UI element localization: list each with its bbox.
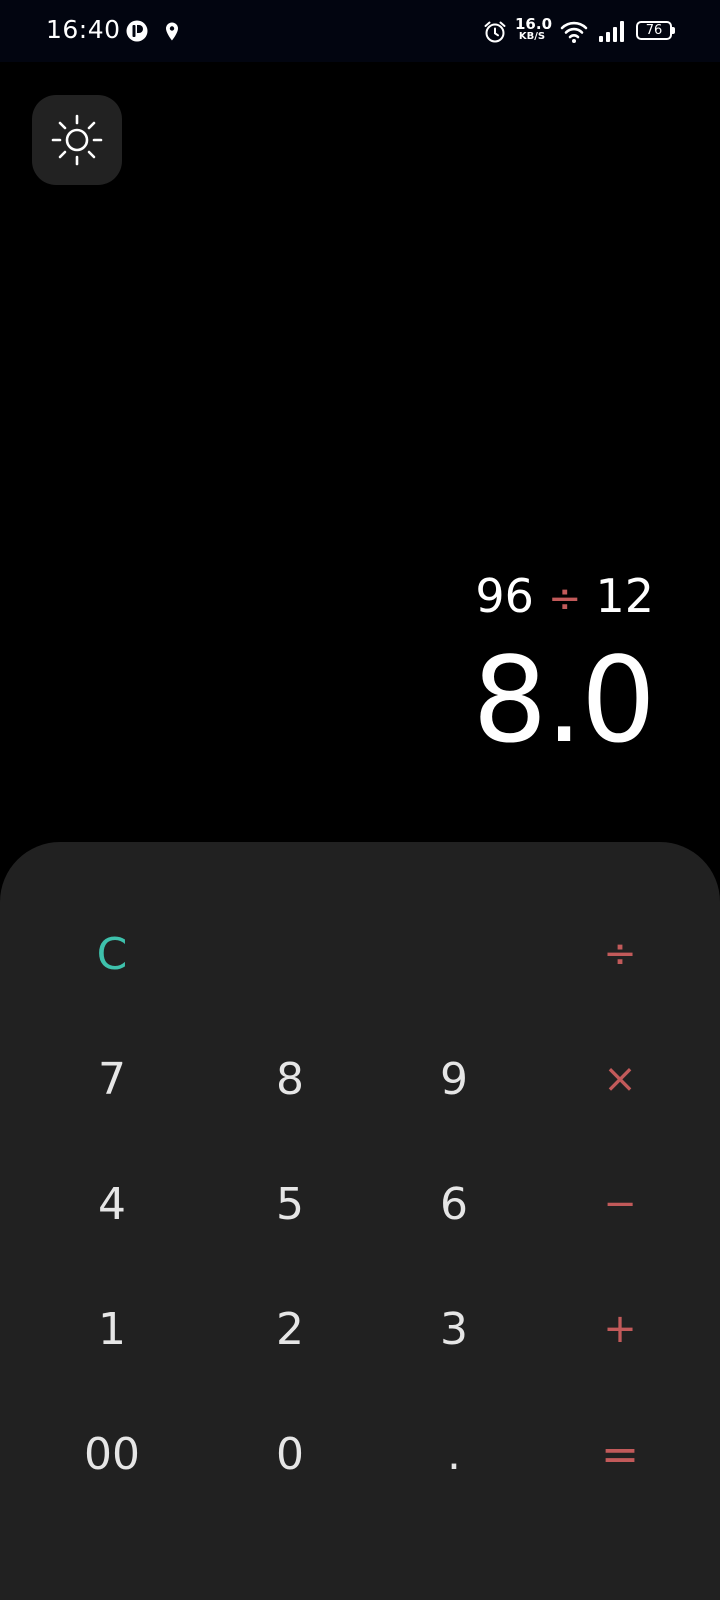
subtract-button[interactable]: − (550, 1154, 690, 1254)
expression-operator: ÷ (547, 576, 582, 622)
digit-0-button[interactable]: 0 (220, 1404, 360, 1504)
network-speed-unit: KB/S (518, 31, 546, 42)
clear-button[interactable]: C (42, 904, 182, 1004)
digit-6-button[interactable]: 6 (384, 1154, 524, 1254)
decimal-button[interactable]: . (384, 1404, 524, 1504)
network-speed-value: 16.0 (515, 15, 553, 33)
expression-operand-1: 96 (475, 569, 534, 623)
divide-button[interactable]: ÷ (550, 904, 690, 1004)
status-time: 16:40 (46, 15, 121, 44)
double-zero-button[interactable]: 00 (42, 1404, 182, 1504)
equals-button[interactable]: = (550, 1404, 690, 1504)
cellular-signal-icon (599, 21, 624, 42)
battery-nub (672, 27, 675, 34)
digit-4-button[interactable]: 4 (42, 1154, 182, 1254)
expression-display: 96 ÷ 12 (475, 568, 654, 627)
digit-9-button[interactable]: 9 (384, 1029, 524, 1129)
theme-toggle-button[interactable] (32, 95, 122, 185)
location-icon (166, 22, 178, 41)
digit-5-button[interactable]: 5 (220, 1154, 360, 1254)
app-notification-icon (126, 20, 148, 42)
digit-1-button[interactable]: 1 (42, 1279, 182, 1379)
network-speed: 16.0 KB/S (515, 15, 553, 42)
expression-operand-2: 12 (595, 569, 654, 623)
digit-3-button[interactable]: 3 (384, 1279, 524, 1379)
sun-icon (51, 114, 103, 166)
digit-8-button[interactable]: 8 (220, 1029, 360, 1129)
add-button[interactable]: + (550, 1279, 690, 1379)
digit-2-button[interactable]: 2 (220, 1279, 360, 1379)
multiply-button[interactable]: × (550, 1029, 690, 1129)
result-display: 8.0 (472, 631, 656, 769)
alarm-icon (484, 21, 506, 43)
keypad: C ÷ 7 8 9 × 4 5 6 − 1 2 3 + 00 0 . = (0, 842, 720, 1600)
wifi-icon (560, 21, 588, 43)
battery-icon: 76 (636, 21, 672, 40)
digit-7-button[interactable]: 7 (42, 1029, 182, 1129)
status-bar: 16:40 16.0 KB/S 76 (0, 0, 720, 62)
